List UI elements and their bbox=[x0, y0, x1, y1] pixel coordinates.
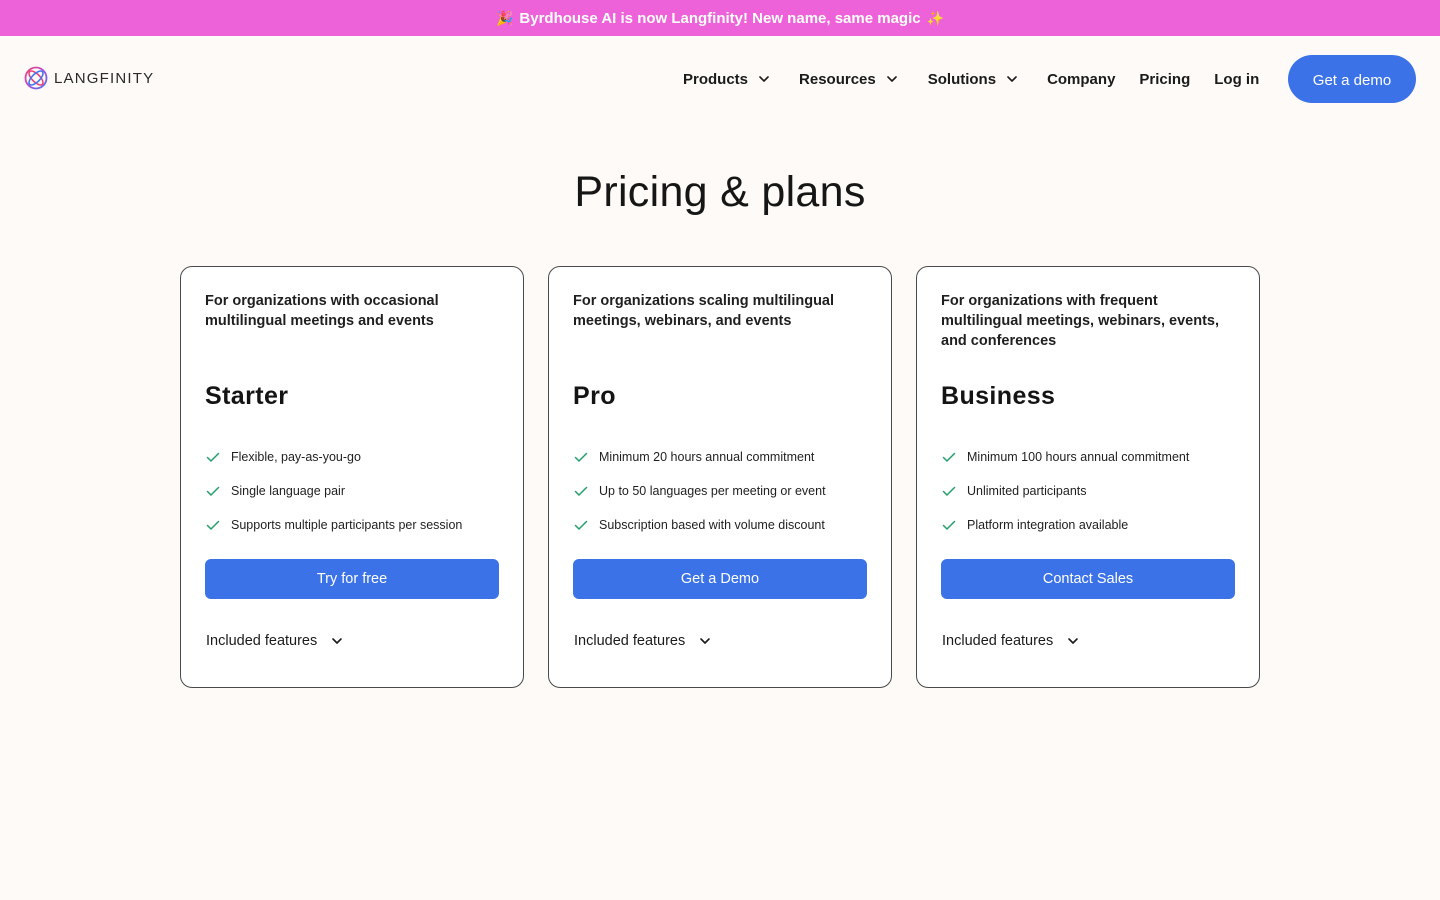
feature-item: Platform integration available bbox=[941, 515, 1189, 535]
nav-resources[interactable]: Resources bbox=[799, 71, 898, 88]
check-icon bbox=[574, 486, 588, 496]
feature-item: Supports multiple participants per sessi… bbox=[205, 515, 462, 535]
nav-products-label: Products bbox=[683, 70, 749, 88]
feature-list: Flexible, pay-as-you-go Single language … bbox=[205, 447, 462, 549]
plan-name: Pro bbox=[573, 382, 616, 410]
feature-item: Single language pair bbox=[205, 481, 462, 501]
nav-pricing[interactable]: Pricing bbox=[1139, 71, 1190, 88]
check-icon bbox=[942, 520, 956, 530]
nav-solutions[interactable]: Solutions bbox=[928, 71, 1018, 88]
banner-text: Byrdhouse AI is now Langfinity! New name… bbox=[519, 9, 921, 27]
plan-name: Business bbox=[941, 382, 1056, 410]
announcement-banner[interactable]: 🎉 Byrdhouse AI is now Langfinity! New na… bbox=[0, 0, 1440, 36]
nav-login[interactable]: Log in bbox=[1214, 71, 1259, 88]
included-features-label: Included features bbox=[206, 633, 318, 649]
feature-list: Minimum 100 hours annual commitment Unli… bbox=[941, 447, 1189, 549]
nav-company[interactable]: Company bbox=[1047, 71, 1115, 88]
chevron-down-icon bbox=[332, 638, 343, 644]
feature-item: Flexible, pay-as-you-go bbox=[205, 447, 462, 467]
site-header: LANGFINITY Products Resources Solutions … bbox=[0, 36, 1440, 120]
langfinity-logo-icon bbox=[24, 66, 48, 90]
chevron-down-icon bbox=[886, 76, 897, 82]
feature-list: Minimum 20 hours annual commitment Up to… bbox=[573, 447, 826, 549]
feature-item: Up to 50 languages per meeting or event bbox=[573, 481, 826, 501]
page-title: Pricing & plans bbox=[574, 168, 866, 216]
check-icon bbox=[206, 486, 220, 496]
contact-sales-button[interactable]: Contact Sales bbox=[941, 559, 1235, 599]
check-icon bbox=[574, 452, 588, 462]
party-popper-icon: 🎉 bbox=[495, 10, 514, 26]
feature-item: Minimum 20 hours annual commitment bbox=[573, 447, 826, 467]
feature-item: Subscription based with volume discount bbox=[573, 515, 826, 535]
logo-text: LANGFINITY bbox=[54, 69, 155, 87]
nav-products[interactable]: Products bbox=[683, 71, 770, 88]
check-icon bbox=[206, 452, 220, 462]
plan-description: For organizations with occasional multil… bbox=[205, 293, 439, 329]
feature-text: Unlimited participants bbox=[967, 484, 1087, 498]
feature-text: Single language pair bbox=[231, 484, 345, 498]
chevron-down-icon bbox=[759, 76, 769, 82]
feature-text: Platform integration available bbox=[967, 518, 1129, 532]
feature-text: Minimum 100 hours annual commitment bbox=[967, 450, 1190, 464]
feature-text: Up to 50 languages per meeting or event bbox=[599, 484, 826, 498]
get-a-demo-button[interactable]: Get a demo bbox=[1288, 55, 1416, 103]
included-features-toggle[interactable]: Included features bbox=[942, 633, 1079, 649]
check-icon bbox=[942, 486, 956, 496]
check-icon bbox=[206, 520, 220, 530]
feature-text: Supports multiple participants per sessi… bbox=[231, 518, 463, 532]
sparkles-icon: ✨ bbox=[926, 10, 945, 26]
plan-card-business: For organizations with frequent multilin… bbox=[916, 266, 1260, 688]
included-features-toggle[interactable]: Included features bbox=[206, 633, 343, 649]
chevron-down-icon bbox=[1068, 638, 1079, 644]
nav-solutions-label: Solutions bbox=[927, 70, 997, 88]
plan-description: For organizations scaling multilingual m… bbox=[573, 293, 835, 329]
feature-text: Subscription based with volume discount bbox=[599, 518, 825, 532]
plan-card-pro: For organizations scaling multilingual m… bbox=[548, 266, 892, 688]
get-a-demo-plan-button[interactable]: Get a Demo bbox=[573, 559, 867, 599]
included-features-label: Included features bbox=[942, 633, 1054, 649]
plan-card-starter: For organizations with occasional multil… bbox=[180, 266, 524, 688]
check-icon bbox=[574, 520, 588, 530]
nav-resources-label: Resources bbox=[799, 70, 876, 88]
main-nav: Products Resources Solutions Company Pri… bbox=[683, 69, 1259, 89]
feature-text: Minimum 20 hours annual commitment bbox=[599, 450, 815, 464]
chevron-down-icon bbox=[700, 638, 711, 644]
included-features-label: Included features bbox=[574, 633, 686, 649]
logo-link[interactable]: LANGFINITY bbox=[24, 66, 154, 90]
included-features-toggle[interactable]: Included features bbox=[574, 633, 711, 649]
plan-name: Starter bbox=[205, 382, 289, 410]
feature-item: Unlimited participants bbox=[941, 481, 1189, 501]
check-icon bbox=[942, 452, 956, 462]
feature-text: Flexible, pay-as-you-go bbox=[231, 450, 361, 464]
chevron-down-icon bbox=[1007, 76, 1017, 82]
feature-item: Minimum 100 hours annual commitment bbox=[941, 447, 1189, 467]
try-for-free-button[interactable]: Try for free bbox=[205, 559, 499, 599]
plan-description: For organizations with frequent multilin… bbox=[941, 293, 1219, 349]
